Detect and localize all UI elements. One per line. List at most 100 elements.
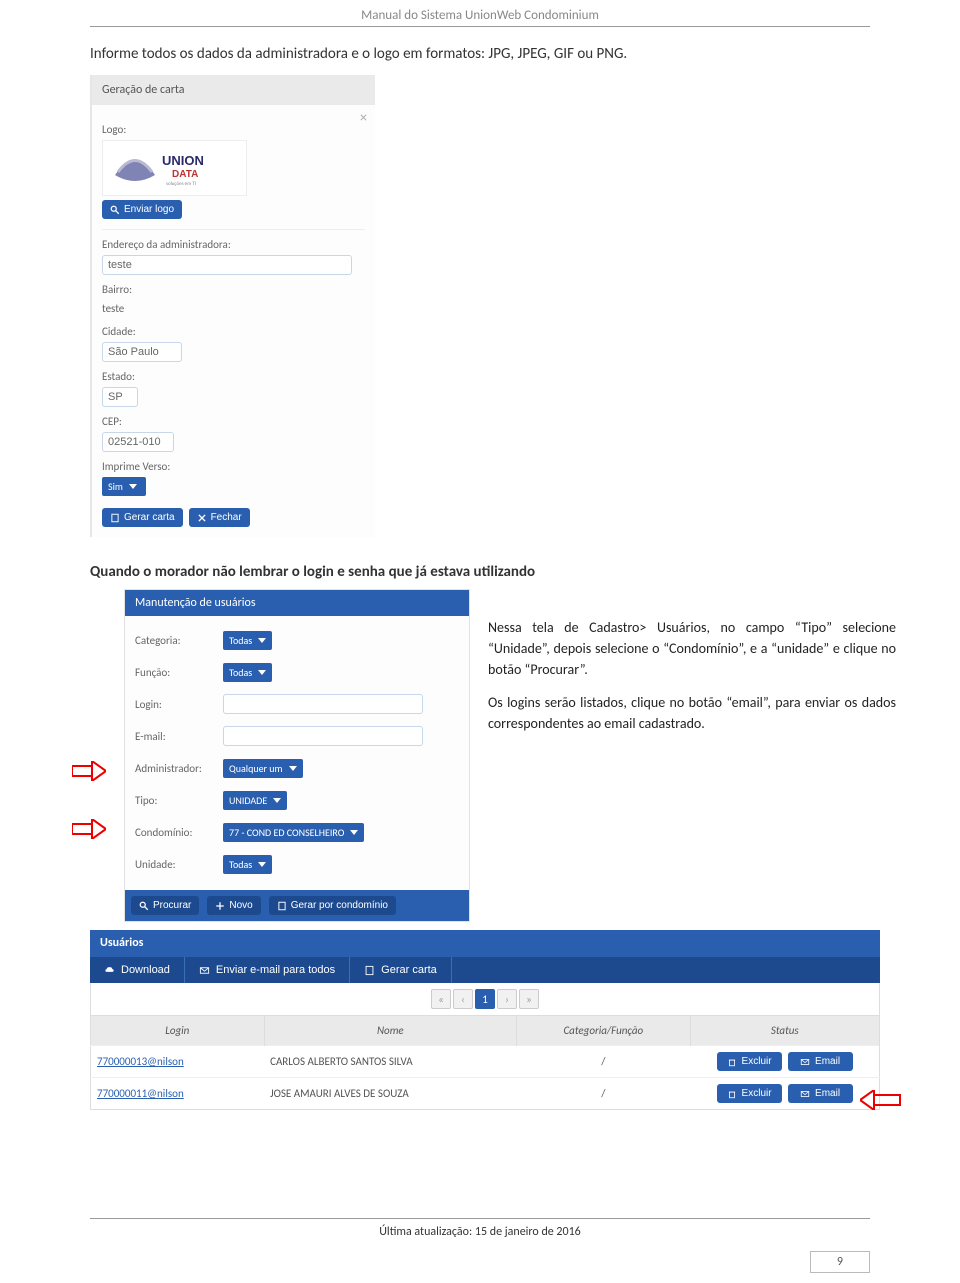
cidade-label: Cidade: <box>102 325 365 338</box>
unidade-label: Unidade: <box>135 858 215 871</box>
gerar-condominio-label: Gerar por condomínio <box>291 900 388 911</box>
arrow-icon <box>72 819 106 839</box>
endereco-field[interactable] <box>102 255 352 275</box>
novo-label: Novo <box>229 900 252 911</box>
col-login: Login <box>91 1016 265 1046</box>
side-instructions: Nessa tela de Cadastro> Usuários, no cam… <box>488 617 896 746</box>
excluir-button[interactable]: Excluir <box>717 1084 782 1103</box>
funcao-value: Todas <box>229 666 252 679</box>
section2-heading: Quando o morador não lembrar o login e s… <box>90 563 870 581</box>
mail-icon <box>800 1089 810 1099</box>
mail-icon <box>800 1057 810 1067</box>
categoria-label: Categoria: <box>135 634 215 647</box>
panel1-title: Geração de carta <box>92 75 375 105</box>
gerar-carta-button[interactable]: Gerar carta <box>102 508 183 527</box>
pager-last-button[interactable]: » <box>519 989 539 1009</box>
login-link[interactable]: 770000011@nilson <box>97 1087 184 1100</box>
email-label: Email <box>815 1088 840 1099</box>
nome-cell: CARLOS ALBERTO SANTOS SILVA <box>264 1046 516 1078</box>
pager-next-button[interactable]: › <box>497 989 517 1009</box>
pager-first-button[interactable]: « <box>431 989 451 1009</box>
page-header: Manual do Sistema UnionWeb Condominium <box>0 0 960 23</box>
chevron-down-icon <box>350 830 358 835</box>
tipo-label: Tipo: <box>135 794 215 807</box>
condominio-select[interactable]: 77 - COND ED CONSELHEIRO <box>223 823 364 842</box>
col-status: Status <box>690 1016 879 1046</box>
arrow-icon <box>72 761 106 781</box>
email-field[interactable] <box>223 726 423 746</box>
chevron-down-icon <box>258 862 266 867</box>
header-rule <box>90 26 870 27</box>
download-button[interactable]: Download <box>90 957 185 983</box>
logo-image: UNION DATA soluções em TI <box>102 140 247 196</box>
panel-geracao-carta: Geração de carta × Logo: UNION DATA solu… <box>90 75 375 537</box>
pager-page-current[interactable]: 1 <box>475 989 495 1009</box>
condominio-value: 77 - COND ED CONSELHEIRO <box>229 826 344 839</box>
panel2-title: Manutenção de usuários <box>125 590 469 616</box>
col-nome: Nome <box>264 1016 516 1046</box>
panel-usuarios: Usuários Download Enviar e-mail para tod… <box>90 930 880 1110</box>
excluir-button[interactable]: Excluir <box>717 1052 782 1071</box>
login-field[interactable] <box>223 694 423 714</box>
admin-select[interactable]: Qualquer um <box>223 759 303 778</box>
email-label: E-mail: <box>135 730 215 743</box>
side-text-p2: Os logins serão listados, clique no botã… <box>488 692 896 734</box>
imprime-select[interactable]: Sim <box>102 477 146 496</box>
arrow-icon <box>860 1090 902 1110</box>
pager: « ‹ 1 › » <box>90 983 880 1016</box>
tipo-value: UNIDADE <box>229 794 267 807</box>
fechar-button[interactable]: Fechar <box>189 508 250 527</box>
tipo-select[interactable]: UNIDADE <box>223 791 287 810</box>
unidade-value: Todas <box>229 858 252 871</box>
categoria-value: Todas <box>229 634 252 647</box>
excluir-label: Excluir <box>742 1056 772 1067</box>
cep-field[interactable] <box>102 432 174 452</box>
svg-text:DATA: DATA <box>172 169 198 180</box>
document-icon <box>277 901 287 911</box>
email-button[interactable]: Email <box>788 1084 853 1103</box>
email-label: Email <box>815 1056 840 1067</box>
estado-field[interactable] <box>102 387 138 407</box>
gerar-condominio-button[interactable]: Gerar por condomínio <box>269 896 396 915</box>
login-link[interactable]: 770000013@nilson <box>97 1055 184 1068</box>
procurar-button[interactable]: Procurar <box>131 896 199 915</box>
novo-button[interactable]: Novo <box>207 896 260 915</box>
admin-value: Qualquer um <box>229 762 283 775</box>
chevron-down-icon <box>289 766 297 771</box>
email-button[interactable]: Email <box>788 1052 853 1071</box>
gerar-carta-toolbar-button[interactable]: Gerar carta <box>350 957 452 983</box>
funcao-select[interactable]: Todas <box>223 663 272 682</box>
intro-text: Informe todos os dados da administradora… <box>90 45 870 63</box>
cidade-field[interactable] <box>102 342 182 362</box>
unidade-select[interactable]: Todas <box>223 855 272 874</box>
bairro-label: Bairro: <box>102 283 365 296</box>
cloud-icon <box>104 965 115 976</box>
document-icon <box>364 965 375 976</box>
usuarios-table: Login Nome Categoria/Função Status 77000… <box>90 1016 880 1110</box>
imprime-value: Sim <box>108 480 123 493</box>
fechar-label: Fechar <box>211 512 242 523</box>
plus-icon <box>215 901 225 911</box>
footer-rule <box>90 1218 870 1219</box>
chevron-down-icon <box>273 798 281 803</box>
enviar-label: Enviar e-mail para todos <box>216 964 335 976</box>
endereco-label: Endereço da administradora: <box>102 238 365 251</box>
gerar-carta-label: Gerar carta <box>124 512 175 523</box>
document-icon <box>110 513 120 523</box>
panel-manutencao-usuarios: Manutenção de usuários Categoria:Todas F… <box>124 589 470 922</box>
svg-text:soluções em TI: soluções em TI <box>166 181 196 187</box>
upload-logo-button[interactable]: Enviar logo <box>102 200 182 219</box>
nome-cell: JOSE AMAURI ALVES DE SOUZA <box>264 1078 516 1110</box>
callout-arrows-left <box>72 761 106 839</box>
pager-prev-button[interactable]: ‹ <box>453 989 473 1009</box>
trash-icon <box>727 1057 737 1067</box>
admin-label: Administrador: <box>135 762 215 775</box>
categoria-select[interactable]: Todas <box>223 631 272 650</box>
upload-logo-label: Enviar logo <box>124 204 174 215</box>
enviar-email-todos-button[interactable]: Enviar e-mail para todos <box>185 957 350 983</box>
chevron-down-icon <box>258 638 266 643</box>
trash-icon <box>727 1089 737 1099</box>
chevron-down-icon <box>258 670 266 675</box>
chevron-down-icon <box>129 484 137 489</box>
close-icon[interactable]: × <box>360 109 367 126</box>
